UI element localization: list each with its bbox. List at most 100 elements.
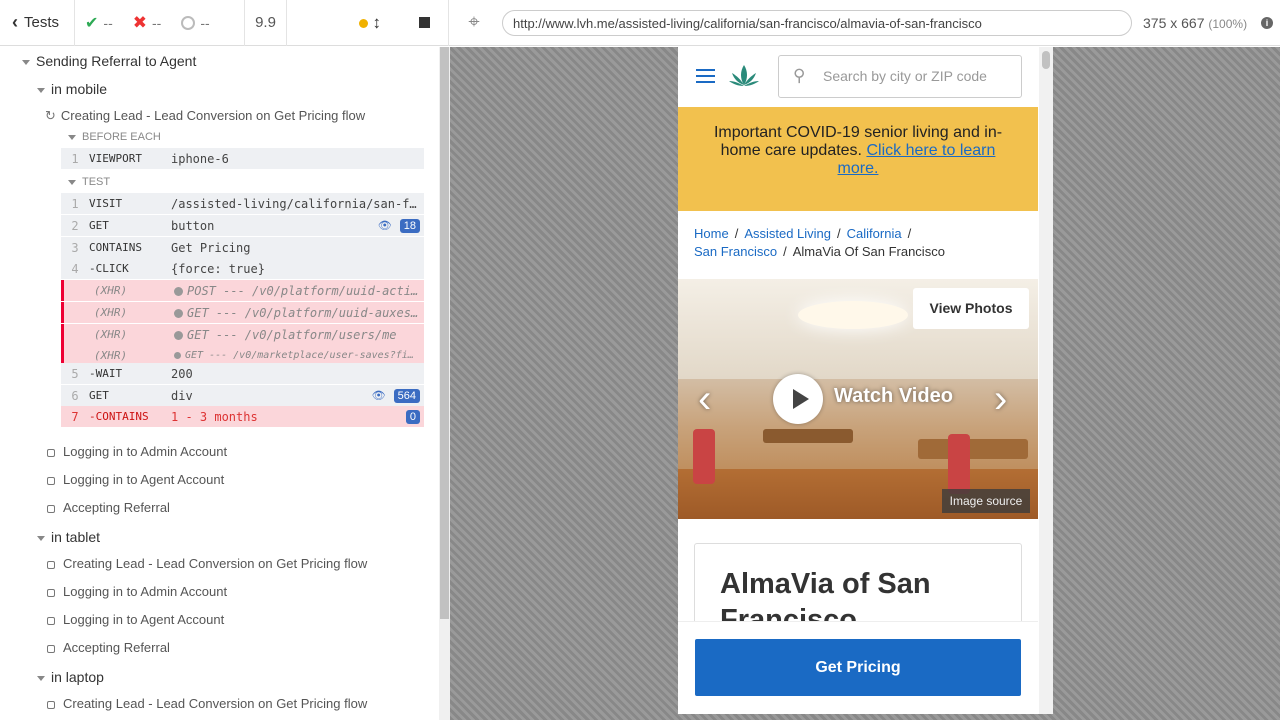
suite-tablet[interactable]: in tablet (37, 529, 100, 545)
eye-icon: 👁 (377, 219, 392, 232)
breadcrumb-california[interactable]: California (847, 226, 902, 241)
view-photos-button[interactable]: View Photos (913, 288, 1029, 329)
command-name: -CONTAINS (89, 410, 149, 423)
photo-table (918, 439, 1028, 459)
failed-count: -- (151, 14, 162, 31)
watch-video-label[interactable]: Watch Video (834, 385, 953, 408)
command-message: 1 - 3 months (171, 409, 258, 424)
test-item[interactable]: Creating Lead - Lead Conversion on Get P… (47, 556, 367, 571)
breadcrumb-current: AlmaVia Of San Francisco (792, 244, 945, 259)
checkbox-icon (47, 644, 55, 653)
covid-link[interactable]: Click here to learn more. (838, 142, 996, 177)
test-item[interactable]: Logging in to Agent Account (47, 612, 224, 627)
test-item[interactable]: Logging in to Agent Account (47, 472, 224, 487)
suite-title: in tablet (51, 529, 101, 545)
command-number: 1 (71, 151, 79, 166)
passed-stat: ✔ -- (75, 13, 123, 33)
command-row[interactable]: 4 -CLICK {force: true} (61, 258, 424, 279)
test-item[interactable]: Logging in to Admin Account (47, 584, 227, 599)
failed-stat: ✖ -- (123, 13, 172, 33)
test-header[interactable]: TEST (68, 176, 110, 188)
get-pricing-button[interactable]: Get Pricing (695, 639, 1021, 696)
stop-icon[interactable] (419, 17, 430, 28)
pending-stat: -- (171, 15, 219, 31)
command-number: 3 (71, 240, 79, 255)
command-message: {force: true} (171, 261, 265, 276)
reporter-scrollbar[interactable] (439, 47, 450, 720)
xhr-row[interactable]: (XHR) GET --- /v0/platform/users/me (61, 324, 424, 345)
suite-mobile[interactable]: in mobile (37, 81, 107, 97)
command-name: GET (89, 389, 109, 402)
command-row[interactable]: 2 GET button 👁 18 (61, 215, 424, 236)
running-test[interactable]: ↻ Creating Lead - Lead Conversion on Get … (45, 108, 365, 124)
command-number: 5 (71, 366, 79, 381)
command-name: CONTAINS (89, 241, 142, 254)
info-icon[interactable]: i (1261, 17, 1273, 29)
breadcrumb-separator: / (907, 226, 912, 241)
hook-title: TEST (82, 176, 111, 188)
status-dot-icon (359, 18, 369, 28)
community-photo[interactable]: View Photos Watch Video ‹ › Image source (678, 279, 1038, 519)
breadcrumb-assisted-living[interactable]: Assisted Living (744, 226, 831, 241)
pending-count: -- (200, 14, 210, 31)
command-row[interactable]: 1 VIEWPORT iphone-6 (61, 148, 424, 169)
chevron-left-icon[interactable]: ‹ (698, 379, 711, 419)
command-message: div (171, 388, 193, 403)
pending-dot-icon (174, 330, 183, 340)
test-title: Accepting Referral (63, 500, 170, 515)
runner-controls: ↕ (287, 0, 449, 46)
command-row[interactable]: 6 GET div 👁 564 (61, 385, 424, 406)
scrollbar-thumb[interactable] (440, 47, 449, 619)
covid-banner: Important COVID-19 senior living and in-… (678, 107, 1038, 211)
test-item[interactable]: Accepting Referral (47, 500, 170, 515)
command-name: VISIT (89, 197, 123, 210)
tests-button[interactable]: ‹ Tests (0, 0, 75, 46)
command-row[interactable]: 5 -WAIT 200 (61, 363, 424, 384)
command-row[interactable]: 1 VISIT/assisted-living/california/san-f… (61, 193, 424, 214)
scrollbar-thumb[interactable] (1042, 51, 1050, 69)
command-name: (XHR) (94, 306, 128, 319)
failed-command-row[interactable]: 7 -CONTAINS 1 - 3 months 0 (61, 406, 424, 427)
caret-down-icon (37, 87, 45, 93)
xhr-row[interactable]: (XHR) GET --- /v0/platform/uuid-auxes… (61, 302, 424, 323)
hamburger-menu-icon[interactable] (696, 69, 715, 83)
test-title: Logging in to Admin Account (63, 444, 228, 459)
app-scrollbar[interactable] (1039, 47, 1053, 714)
command-number: 4 (71, 261, 79, 276)
suite-root[interactable]: Sending Referral to Agent (22, 53, 196, 69)
suite-laptop[interactable]: in laptop (37, 669, 104, 685)
aut-url-bar[interactable]: http://www.lvh.me/assisted-living/califo… (502, 10, 1132, 36)
pending-dot-icon (174, 352, 181, 359)
breadcrumb-home[interactable]: Home (694, 226, 729, 241)
chevron-right-icon[interactable]: › (994, 379, 1007, 419)
test-item[interactable]: Accepting Referral (47, 640, 170, 655)
caret-down-icon (22, 59, 30, 65)
app-viewport: ⚲ Search by city or ZIP code Important CO… (678, 47, 1053, 714)
lotus-logo-icon[interactable] (728, 61, 760, 91)
selector-playground-icon[interactable]: ⌖ (449, 0, 499, 46)
photo-chair (693, 429, 715, 484)
autoscroll-toggle[interactable]: ↕ (359, 13, 381, 33)
command-log: Sending Referral to Agent in mobile ↻ Cre… (0, 47, 439, 720)
element-count-badge: 564 (393, 388, 420, 403)
breadcrumb-separator: / (783, 244, 787, 259)
image-source-button[interactable]: Image source (942, 489, 1030, 513)
command-number: 7 (71, 409, 79, 424)
test-title: Logging in to Agent Account (63, 612, 225, 627)
breadcrumb-san-francisco[interactable]: San Francisco (694, 244, 777, 259)
test-item[interactable]: Logging in to Admin Account (47, 444, 227, 459)
xhr-row[interactable]: (XHR) POST --- /v0/platform/uuid-acti… (61, 280, 424, 301)
caret-down-icon (37, 675, 45, 681)
checkbox-icon (47, 448, 55, 457)
command-row[interactable]: 3 CONTAINS Get Pricing (61, 237, 424, 258)
test-item[interactable]: Creating Lead - Lead Conversion on Get P… (47, 696, 367, 711)
before-each-header[interactable]: BEFORE EACH (68, 131, 161, 143)
search-input[interactable]: ⚲ Search by city or ZIP code (778, 55, 1022, 98)
play-icon[interactable] (773, 374, 823, 424)
checkbox-icon (47, 588, 55, 597)
updown-arrow-icon: ↕ (372, 12, 382, 32)
viewport-size: 375 x 667 (1143, 15, 1205, 31)
pending-dot-icon (174, 308, 183, 318)
command-message: GET --- /v0/platform/uuid-auxes… (187, 305, 419, 320)
command-message: 200 (171, 366, 193, 381)
